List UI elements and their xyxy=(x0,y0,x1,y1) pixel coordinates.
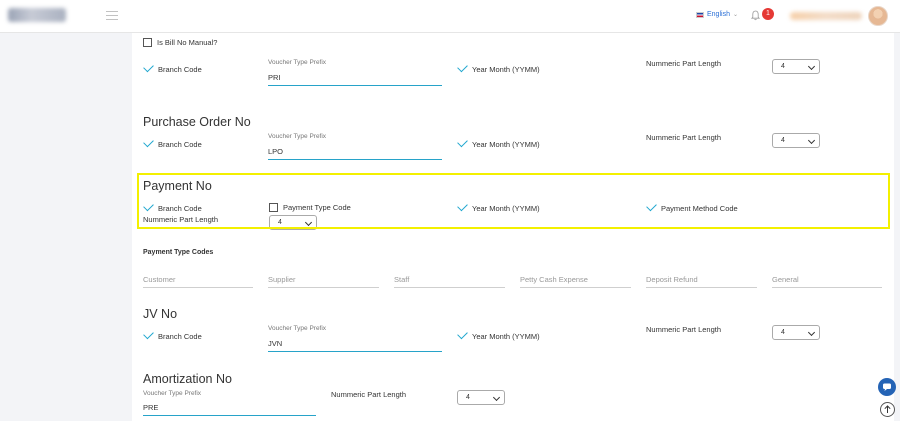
branch-code-option[interactable]: Branch Code xyxy=(143,61,202,74)
payment-type-codes-title: Payment Type Codes xyxy=(143,249,214,256)
check-icon xyxy=(457,328,468,340)
petty-cash-underline xyxy=(520,287,631,288)
deposit-refund-underline xyxy=(646,287,757,288)
language-label: English xyxy=(707,11,730,18)
prefix-underline xyxy=(268,85,442,86)
general-input[interactable]: General xyxy=(772,275,799,284)
numeric-part-label: Nummeric Part Length xyxy=(646,59,722,68)
notification-badge: 1 xyxy=(762,8,774,20)
language-selector[interactable]: English ⌄ xyxy=(696,11,738,18)
bill-no-manual-label: Is Bill No Manual? xyxy=(157,38,218,47)
staff-input[interactable]: Staff xyxy=(394,275,409,284)
prefix-input[interactable]: LPO xyxy=(268,147,283,156)
numeric-part-select[interactable]: 4 xyxy=(772,133,820,148)
chevron-down-icon xyxy=(807,328,816,337)
amortization-title: Amortization No xyxy=(143,372,232,386)
customer-input[interactable]: Customer xyxy=(143,275,176,284)
highlight-box xyxy=(137,173,890,229)
numeric-part-label: Nummeric Part Length xyxy=(646,133,722,142)
chevron-down-icon xyxy=(807,62,816,71)
prefix-label: Voucher Type Prefix xyxy=(268,133,327,140)
chevron-down-icon xyxy=(492,393,501,402)
numeric-part-select[interactable]: 4 xyxy=(772,325,820,340)
year-month-option[interactable]: Year Month (YYMM) xyxy=(457,136,540,149)
general-underline xyxy=(772,287,882,288)
check-icon xyxy=(143,328,154,340)
chevron-down-icon xyxy=(807,136,816,145)
numeric-part-select[interactable]: 4 xyxy=(457,390,505,405)
deposit-refund-input[interactable]: Deposit Refund xyxy=(646,275,698,284)
arrow-up-icon xyxy=(884,405,891,413)
chevron-down-icon: ⌄ xyxy=(732,12,738,18)
check-icon xyxy=(143,61,154,73)
purchase-order-title: Purchase Order No xyxy=(143,115,251,129)
supplier-underline xyxy=(268,287,379,288)
jv-no-title: JV No xyxy=(143,307,178,321)
branch-code-option[interactable]: Branch Code xyxy=(143,136,202,149)
scroll-top-button[interactable] xyxy=(880,402,895,417)
prefix-input[interactable]: JVN xyxy=(268,339,282,348)
user-name[interactable] xyxy=(790,12,862,20)
staff-underline xyxy=(394,287,505,288)
bell-icon[interactable] xyxy=(751,10,760,21)
bill-no-manual-checkbox[interactable] xyxy=(143,38,152,47)
chat-button[interactable] xyxy=(878,378,896,396)
prefix-input[interactable]: PRE xyxy=(143,403,158,412)
petty-cash-input[interactable]: Petty Cash Expense xyxy=(520,275,588,284)
customer-underline xyxy=(143,287,253,288)
prefix-underline xyxy=(143,415,316,416)
prefix-label: Voucher Type Prefix xyxy=(268,59,327,66)
uk-flag-icon xyxy=(696,11,704,18)
numeric-part-select[interactable]: 4 xyxy=(772,59,820,74)
supplier-input[interactable]: Supplier xyxy=(268,275,296,284)
menu-toggle-icon[interactable] xyxy=(106,11,118,21)
numeric-part-label: Nummeric Part Length xyxy=(331,390,407,399)
prefix-underline xyxy=(268,351,442,352)
prefix-label: Voucher Type Prefix xyxy=(268,325,327,332)
prefix-input[interactable]: PRI xyxy=(268,73,281,82)
company-logo[interactable] xyxy=(8,8,66,22)
branch-code-option[interactable]: Branch Code xyxy=(143,328,202,341)
year-month-option[interactable]: Year Month (YYMM) xyxy=(457,61,540,74)
prefix-label: Voucher Type Prefix xyxy=(143,390,202,397)
numeric-part-label: Nummeric Part Length xyxy=(646,325,722,334)
check-icon xyxy=(457,136,468,148)
avatar[interactable] xyxy=(868,6,888,26)
chat-icon xyxy=(883,383,891,391)
check-icon xyxy=(457,61,468,73)
top-bar: English ⌄ 1 xyxy=(0,0,900,33)
year-month-option[interactable]: Year Month (YYMM) xyxy=(457,328,540,341)
prefix-underline xyxy=(268,159,442,160)
check-icon xyxy=(143,136,154,148)
